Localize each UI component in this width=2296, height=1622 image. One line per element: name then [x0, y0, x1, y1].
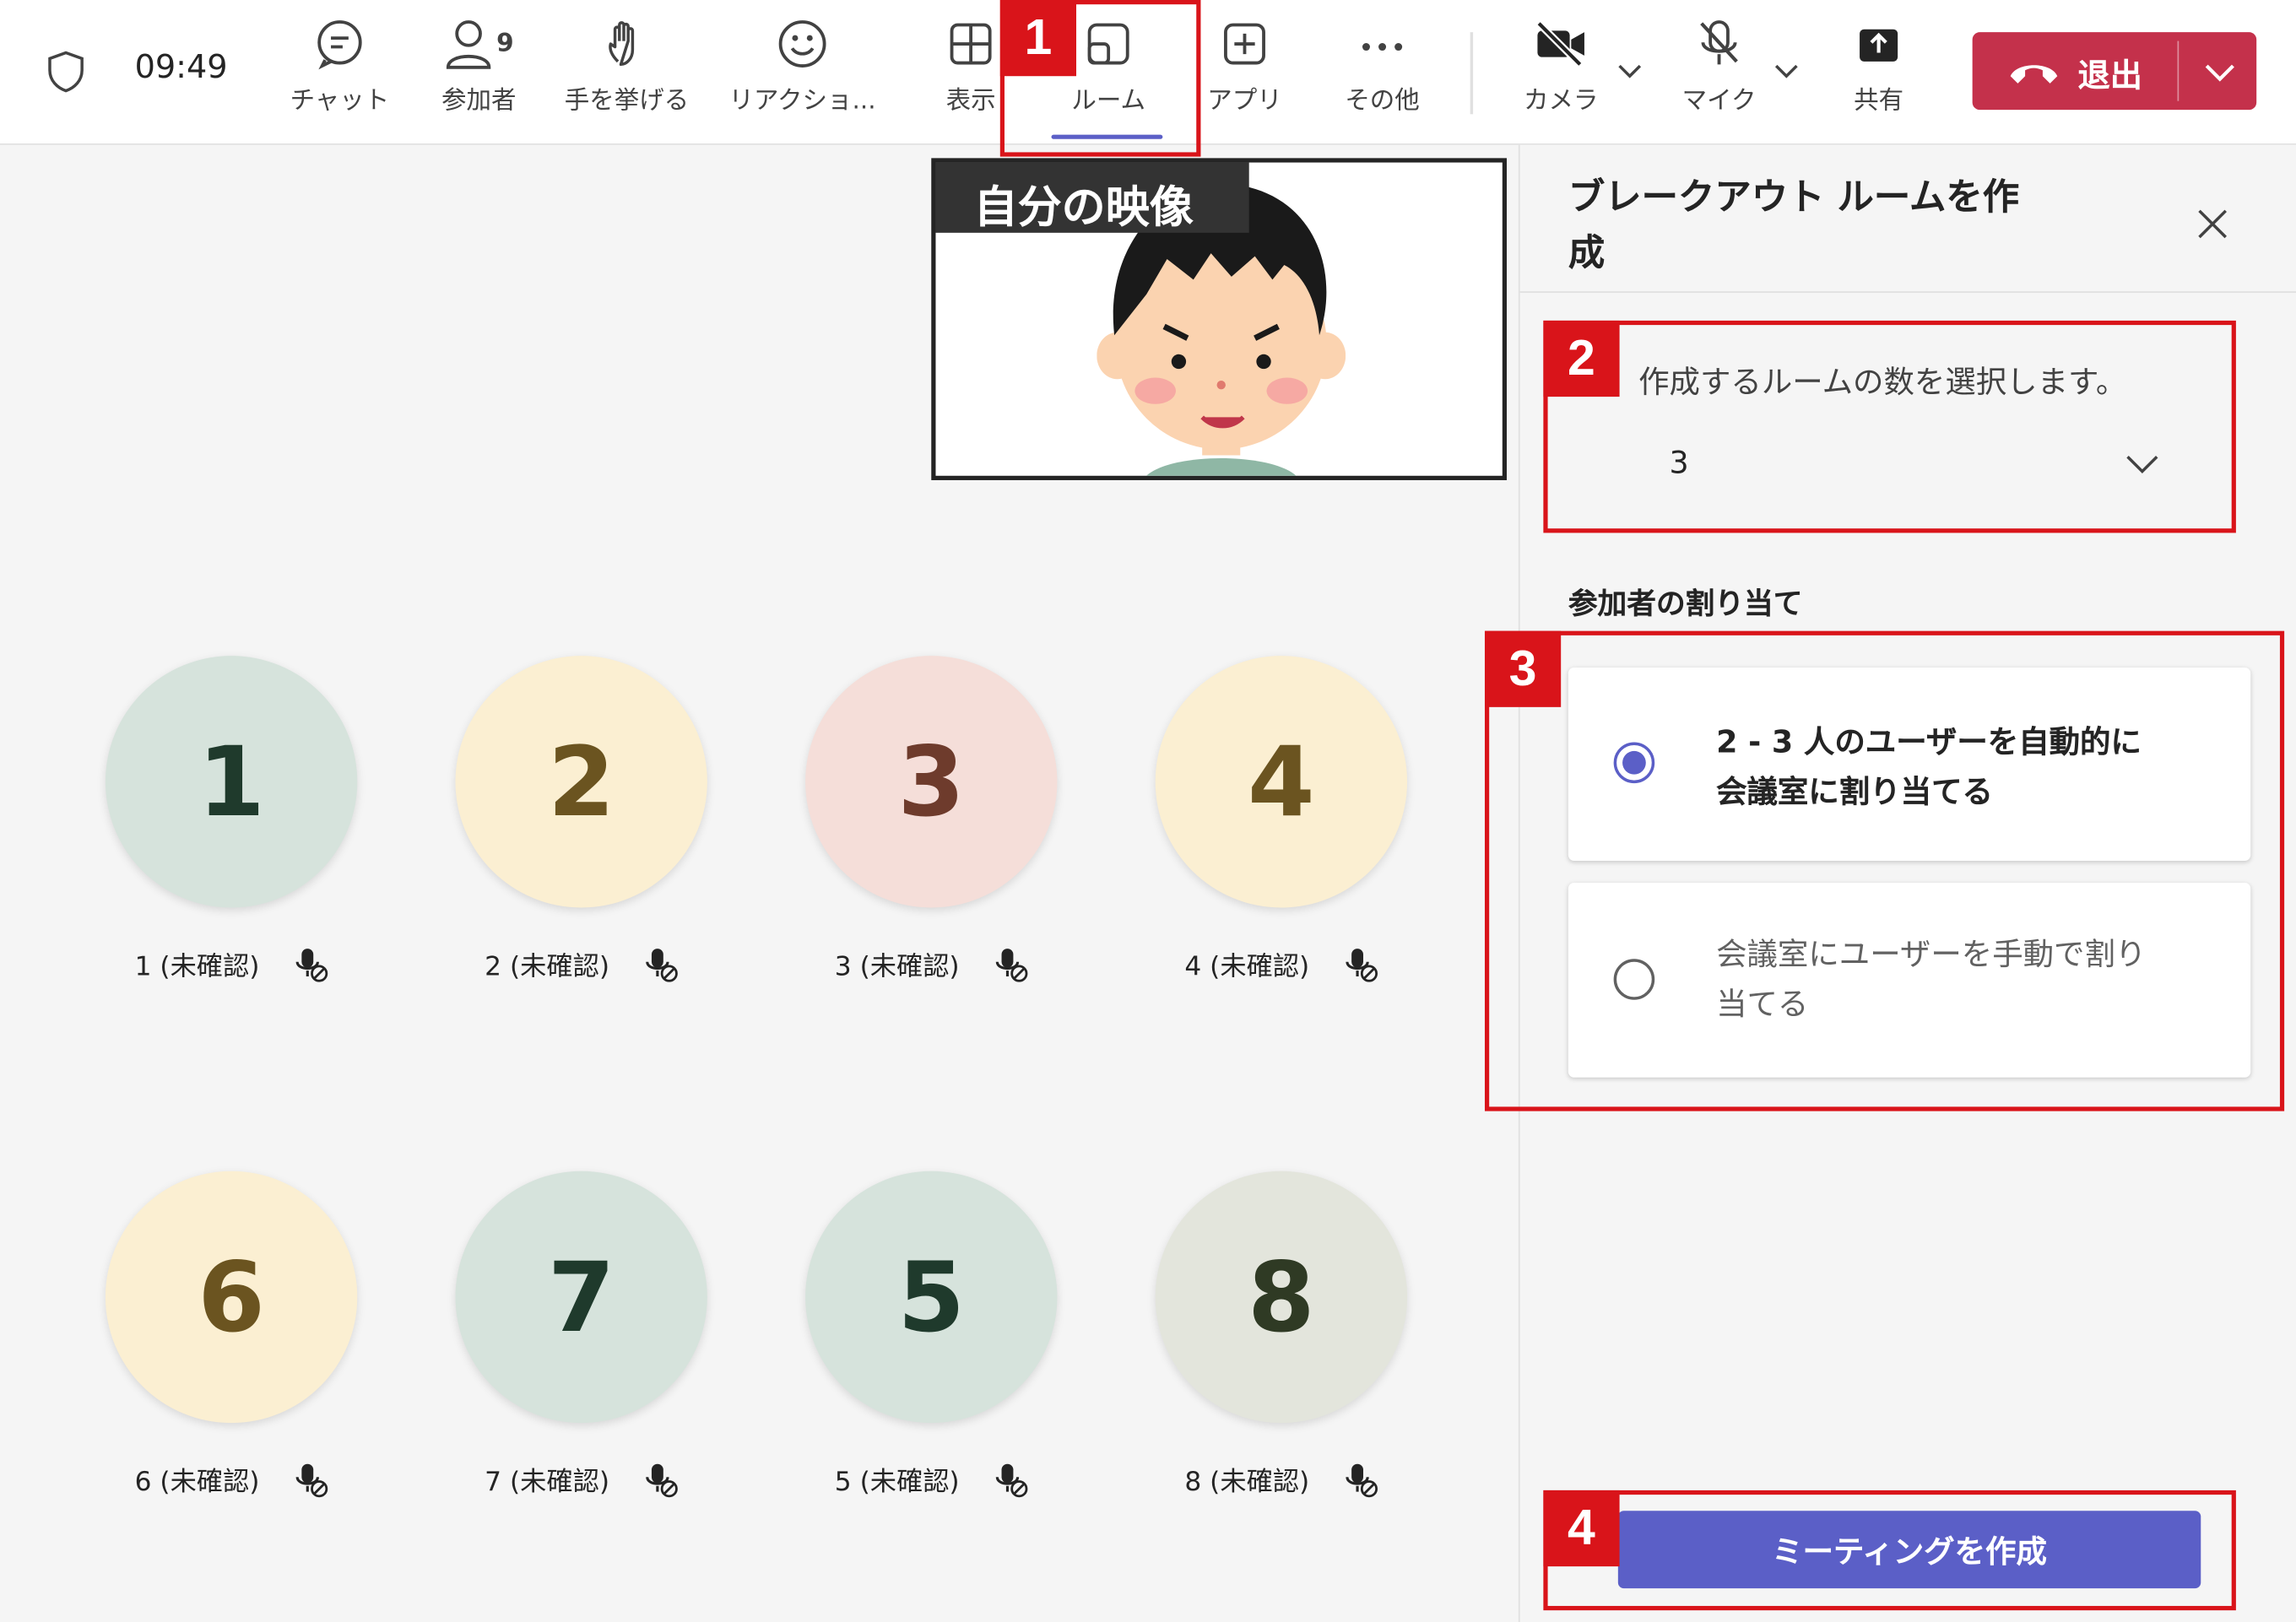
- view-button[interactable]: 表示: [937, 18, 1004, 132]
- view-label: 表示: [945, 86, 996, 116]
- leave-button[interactable]: 退出: [1972, 32, 2257, 111]
- room-7-label: 5 (未確認): [834, 1467, 960, 1498]
- shield-icon[interactable]: [47, 50, 85, 100]
- mic-muted-icon: [295, 1463, 328, 1498]
- annotation-badge-2: 2: [1543, 320, 1620, 397]
- mic-muted-icon: [995, 949, 1028, 982]
- room-6-label: 7 (未確認): [485, 1467, 610, 1498]
- room-2-avatar: 2: [455, 656, 707, 908]
- annotation-badge-4: 4: [1543, 1490, 1620, 1567]
- chat-label: チャット: [290, 86, 390, 116]
- smiley-icon: [778, 20, 826, 68]
- self-video-caption: 自分の映像: [935, 162, 1249, 235]
- meeting-timer: 09:49: [134, 49, 228, 87]
- more-icon: [1362, 43, 1403, 51]
- annotation-badge-3: 3: [1484, 630, 1562, 707]
- mic-muted-icon: [646, 1463, 678, 1498]
- panel-title-line2: 成: [1568, 231, 1606, 274]
- room-3-label: 3 (未確認): [834, 951, 960, 982]
- grid-icon: [950, 23, 992, 65]
- leave-label: 退出: [2077, 58, 2142, 95]
- chat-button[interactable]: チャット: [285, 18, 393, 132]
- add-app-icon: [1224, 23, 1265, 65]
- annotation-box-2: [1543, 320, 2236, 533]
- raise-hand-label: 手を挙げる: [564, 86, 690, 116]
- room-8-avatar: 8: [1155, 1171, 1408, 1424]
- toolbar-divider: [1470, 32, 1474, 115]
- chat-icon: [317, 20, 362, 70]
- camera-label: カメラ: [1523, 86, 1599, 116]
- participants-label: 参加者: [441, 86, 517, 116]
- leave-divider: [2177, 41, 2180, 101]
- more-label: その他: [1345, 86, 1420, 116]
- room-1-avatar: 1: [105, 656, 358, 908]
- panel-header-divider: [1519, 291, 2296, 293]
- room-7-avatar: 5: [805, 1171, 1058, 1424]
- mic-muted-icon: [995, 1463, 1028, 1498]
- mic-muted-icon: [1346, 1463, 1378, 1498]
- person-icon: [446, 20, 491, 69]
- camera-options-chevron-icon[interactable]: [1615, 58, 1644, 86]
- annotation-box-4: [1543, 1490, 2236, 1611]
- raise-hand-button[interactable]: 手を挙げる: [556, 18, 697, 132]
- room-3-avatar: 3: [805, 656, 1058, 908]
- hang-up-icon: [2010, 65, 2058, 84]
- mic-muted-icon: [1346, 949, 1378, 982]
- share-button[interactable]: 共有: [1842, 18, 1915, 132]
- self-video-tile: 自分の映像: [931, 158, 1508, 480]
- share-icon: [1860, 29, 1898, 62]
- mic-button[interactable]: マイク: [1678, 18, 1760, 132]
- room-4-label: 4 (未確認): [1184, 951, 1310, 982]
- reactions-button[interactable]: リアクショ...: [718, 18, 887, 132]
- self-video-label: 自分の映像: [973, 182, 1194, 235]
- mic-muted-icon: [646, 949, 678, 982]
- camera-off-icon: [1536, 20, 1584, 68]
- mic-label: マイク: [1681, 86, 1757, 116]
- panel-title-line1: ブレークアウト ルームを作: [1568, 176, 2020, 219]
- room-5-avatar: 6: [105, 1171, 358, 1424]
- share-label: 共有: [1854, 86, 1904, 116]
- hand-icon: [609, 21, 635, 67]
- close-icon[interactable]: [2188, 199, 2235, 251]
- more-button[interactable]: その他: [1335, 18, 1429, 132]
- room-4-avatar: 4: [1155, 656, 1408, 908]
- assignment-heading: 参加者の割り当て: [1568, 585, 1803, 621]
- room-2-label: 2 (未確認): [485, 951, 610, 982]
- room-6-avatar: 7: [455, 1171, 707, 1424]
- annotation-box-3: [1484, 630, 2285, 1111]
- apps-button[interactable]: アプリ: [1200, 18, 1288, 132]
- mic-off-icon: [1700, 20, 1738, 65]
- panel-title: ブレークアウト ルームを作 成: [1568, 170, 2019, 281]
- apps-label: アプリ: [1207, 86, 1282, 116]
- camera-button[interactable]: カメラ: [1517, 18, 1605, 132]
- mic-muted-icon: [295, 949, 328, 982]
- reactions-label: リアクショ...: [728, 86, 876, 116]
- leave-options-chevron-icon[interactable]: [2201, 60, 2239, 84]
- mic-options-chevron-icon[interactable]: [1772, 58, 1801, 86]
- room-5-label: 6 (未確認): [134, 1467, 260, 1498]
- room-8-label: 8 (未確認): [1184, 1467, 1310, 1498]
- participants-button[interactable]: 9 参加者: [430, 18, 527, 132]
- annotation-badge-1: 1: [999, 0, 1077, 77]
- participant-count: 9: [496, 29, 514, 59]
- teams-meeting-window: 09:49 チャット 9 参加者 手を挙げる リアクショ... 表示 ルーム ア…: [0, 0, 2296, 1622]
- room-1-label: 1 (未確認): [134, 951, 260, 982]
